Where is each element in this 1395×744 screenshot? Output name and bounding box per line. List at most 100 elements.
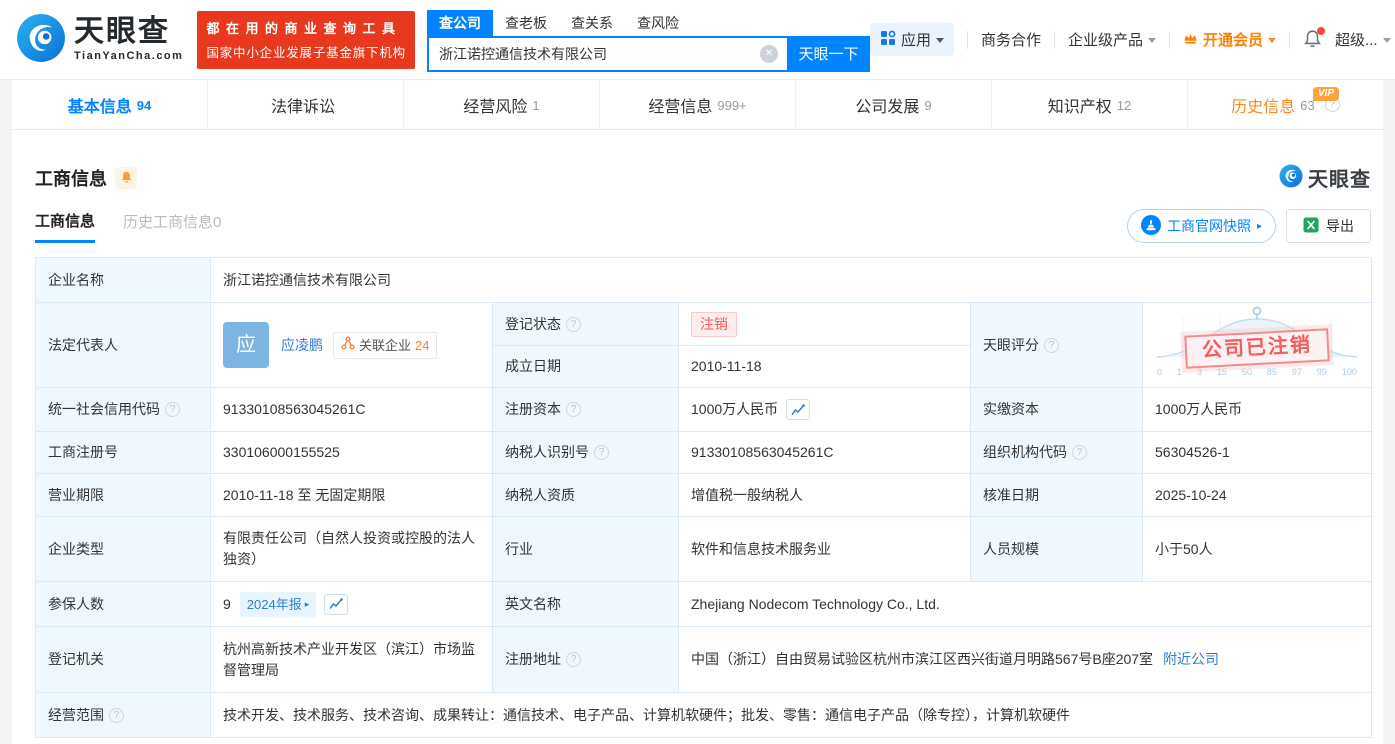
field-value-establish-date: 2010-11-18 — [679, 346, 971, 388]
search-tab-company[interactable]: 查公司 — [426, 9, 493, 36]
legal-rep-avatar[interactable]: 应 — [223, 322, 269, 368]
help-icon[interactable]: ? — [566, 652, 581, 667]
label-text: 注册资本 — [505, 401, 561, 417]
search-tab-boss[interactable]: 查老板 — [493, 10, 559, 36]
nav-enterprise-products[interactable]: 企业级产品 — [1068, 29, 1156, 50]
arrow-right-icon: ▸ — [1256, 220, 1262, 232]
axis-tick: 1 — [1176, 367, 1182, 377]
label-text: 注册地址 — [505, 651, 561, 667]
header-nav: 应用 商务合作 企业级产品 开通会员 超级... — [869, 23, 1391, 56]
related-companies-label: 关联企业 — [359, 337, 412, 353]
nav-business-cooperation[interactable]: 商务合作 — [981, 29, 1041, 50]
search-input[interactable] — [426, 35, 787, 72]
field-label-english-name: 英文名称 — [493, 582, 679, 627]
field-label-business-scope: 经营范围 ? — [36, 693, 211, 738]
field-value-company-name: 浙江诺控通信技术有限公司 — [211, 258, 1372, 303]
tab-legal-proceedings[interactable]: 法律诉讼 — [208, 80, 404, 129]
section-header: 工商信息 天眼查 — [35, 130, 1371, 192]
label-text: 统一社会信用代码 — [48, 401, 160, 417]
field-label-registration-number: 工商注册号 — [36, 432, 211, 474]
field-value-taxpayer-quality: 增值税一般纳税人 — [679, 474, 971, 517]
tab-label: 基本信息 — [67, 98, 132, 116]
field-value-registered-capital: 1000万人民币 — [679, 388, 971, 432]
field-value-insured-count: 9 2024年报 ▸ — [211, 582, 493, 627]
help-icon[interactable]: ? — [566, 316, 581, 332]
tab-operating-risk[interactable]: 经营风险 1 — [404, 80, 600, 129]
related-companies-count: 24 — [415, 337, 430, 353]
field-label-taxpayer-id: 纳税人识别号 ? — [493, 432, 679, 474]
help-icon[interactable]: ? — [1044, 337, 1059, 353]
field-label-registered-address: 注册地址 ? — [493, 627, 679, 693]
subtab-row: 工商信息 历史工商信息0 工商官网快照 ▸ 导出 — [35, 208, 1371, 244]
help-icon[interactable]: ? — [1072, 445, 1087, 460]
field-label-registration-status: 登记状态 ? — [493, 303, 679, 346]
related-companies-badge[interactable]: 关联企业 24 — [333, 331, 438, 359]
value-text: 9 — [223, 595, 231, 612]
help-icon[interactable]: ? — [594, 445, 609, 460]
nav-divider — [1289, 30, 1291, 49]
promo-banner: 都在用的商业查询工具 国家中小企业发展子基金旗下机构 — [197, 10, 415, 69]
apps-menu[interactable]: 应用 — [869, 23, 954, 56]
nav-divider — [1053, 30, 1055, 49]
tab-intellectual-property[interactable]: 知识产权 12 — [992, 80, 1188, 129]
capital-trend-chart-icon[interactable] — [786, 399, 811, 420]
logo-title: 天眼查 — [74, 15, 170, 48]
field-label-insured-count: 参保人数 — [36, 582, 211, 627]
help-icon[interactable]: ? — [566, 402, 581, 417]
tab-label: 法律诉讼 — [270, 98, 335, 116]
field-value-credit-code: 91330108563045261C — [211, 388, 493, 432]
insured-trend-chart-icon[interactable] — [324, 593, 349, 615]
stamp-icon — [1140, 214, 1161, 238]
tab-basic-info[interactable]: 基本信息 94 — [12, 80, 208, 129]
tab-count: 999+ — [717, 97, 747, 113]
label-text: 经营范围 — [48, 706, 104, 723]
arrow-right-icon: ▸ — [304, 598, 310, 609]
label-text: 天眼评分 — [983, 336, 1039, 353]
field-value-english-name: Zhejiang Nodecom Technology Co., Ltd. — [679, 582, 1372, 627]
caret-down-icon — [1268, 38, 1277, 43]
page-container: 基本信息 94 法律诉讼 经营风险 1 经营信息 999+ 公司发展 9 知识产… — [12, 80, 1383, 744]
field-value-registration-authority: 杭州高新技术产业开发区（滨江）市场监督管理局 — [211, 627, 493, 693]
field-value-business-term: 2010-11-18 至 无固定期限 — [211, 474, 493, 517]
tab-history-info[interactable]: 历史信息 63 VIP ? — [1188, 80, 1383, 129]
nearby-companies-link[interactable]: 附近公司 — [1163, 649, 1219, 670]
field-value-registered-address: 中国（浙江）自由贸易试验区杭州市滨江区西兴街道月明路567号B座207室 附近公… — [679, 627, 1372, 693]
tianyancha-watermark: 天眼查 — [1279, 163, 1371, 192]
nav-divider — [1169, 30, 1170, 49]
field-label-organization-code: 组织机构代码 ? — [971, 432, 1143, 474]
top-header: 天眼查 TianYanCha.com 都在用的商业查询工具 国家中小企业发展子基… — [0, 0, 1395, 80]
clear-search-icon[interactable]: ✕ — [759, 44, 778, 63]
legal-rep-name-link[interactable]: 应凌鹏 — [281, 335, 323, 356]
tab-label: 经营信息 — [648, 98, 713, 116]
tianyancha-logo[interactable]: 天眼查 TianYanCha.com — [16, 13, 183, 66]
annual-report-label: 2024年报 — [246, 596, 302, 612]
label-text: 纳税人识别号 — [505, 444, 589, 460]
nav-super-vip[interactable]: 超级... — [1335, 29, 1391, 50]
export-button[interactable]: 导出 — [1286, 209, 1371, 243]
value-text: 1000万人民币 — [691, 401, 779, 417]
nav-open-membership[interactable]: 开通会员 — [1183, 29, 1277, 50]
tab-company-development[interactable]: 公司发展 9 — [796, 80, 992, 129]
label-text: 组织机构代码 — [983, 444, 1067, 460]
notifications-bell-icon[interactable] — [1303, 27, 1326, 49]
super-vip-label: 超级... — [1335, 32, 1378, 49]
field-value-staff-size: 小于50人 — [1143, 517, 1372, 582]
subscribe-bell-icon[interactable] — [115, 166, 137, 189]
excel-icon — [1303, 217, 1319, 236]
help-icon[interactable]: ? — [109, 707, 124, 723]
tab-operating-info[interactable]: 经营信息 999+ — [600, 80, 796, 129]
search-button[interactable]: 天眼一下 — [786, 35, 870, 72]
subtab-business-info[interactable]: 工商信息 — [35, 210, 96, 243]
promo-banner-line2: 国家中小企业发展子基金旗下机构 — [206, 46, 406, 60]
axis-tick: 0 — [1157, 367, 1163, 377]
caret-down-icon — [935, 38, 944, 43]
search-tab-risk[interactable]: 查风险 — [625, 10, 691, 36]
subtab-history-business-info[interactable]: 历史工商信息0 — [123, 211, 221, 241]
snapshot-label: 工商官网快照 — [1166, 218, 1251, 234]
official-snapshot-button[interactable]: 工商官网快照 ▸ — [1126, 209, 1276, 243]
help-icon[interactable]: ? — [165, 402, 180, 417]
search-tab-relation[interactable]: 查关系 — [559, 10, 625, 36]
annual-report-badge[interactable]: 2024年报 ▸ — [239, 591, 317, 617]
nav-divider — [966, 30, 968, 49]
field-label-registered-capital: 注册资本 ? — [493, 388, 679, 432]
